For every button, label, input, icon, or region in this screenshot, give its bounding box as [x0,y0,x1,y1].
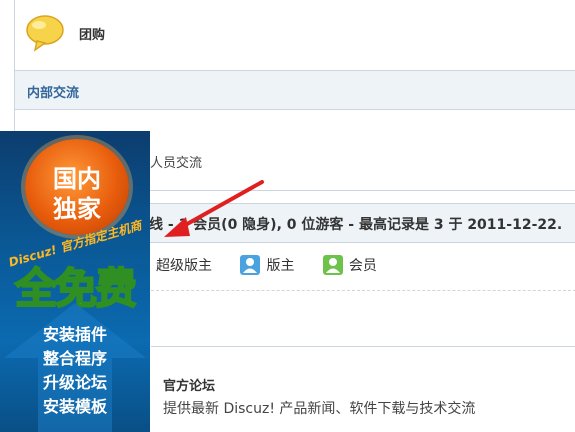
legend-moderator: 版主 [240,255,294,275]
speech-bubble-icon [25,14,65,52]
section-title[interactable]: 内部交流 [27,82,79,101]
hosting-ad-banner[interactable]: 国内 独家 Discuz! 官方指定主机商 全免费 安装插件 整合程序 升级论坛… [0,131,150,432]
legend-member: 会员 [322,255,377,275]
divider [151,290,575,291]
ad-feature-item: 整合程序 [42,349,107,368]
legend-label: 版主 [266,258,295,274]
divider [151,346,575,347]
moderator-icon [240,255,261,275]
member-icon [322,255,343,275]
forum-name-link[interactable]: 团购 [79,24,105,43]
ad-feature-item: 安装插件 [42,325,107,344]
ad-feature-list: 安装插件 整合程序 升级论坛 安装模板 [0,323,150,419]
section-header: 内部交流 [15,71,575,110]
forum-row-tuangou[interactable]: 团购 [15,0,575,71]
ad-feature-item: 升级论坛 [42,373,107,392]
ad-badge: 国内 独家 [25,139,129,235]
official-forum-link[interactable]: 官方论坛 [163,375,215,394]
legend-label: 超级版主 [156,258,212,274]
official-forum-description: 提供最新 Discuz! 产品新闻、软件下载与技术交流 [163,401,476,417]
ad-feature-item: 安装模板 [42,397,107,416]
legend-label: 会员 [348,258,377,274]
online-users-stats: 线 - 1 会员(0 隐身), 0 位游客 - 最高记录是 3 于 2011-1… [149,217,563,233]
user-group-legend: 超级版主 版主 会员 [130,255,401,279]
ad-badge-line2: 独家 [53,195,101,223]
subforum-description: 人员交流 [150,156,203,171]
